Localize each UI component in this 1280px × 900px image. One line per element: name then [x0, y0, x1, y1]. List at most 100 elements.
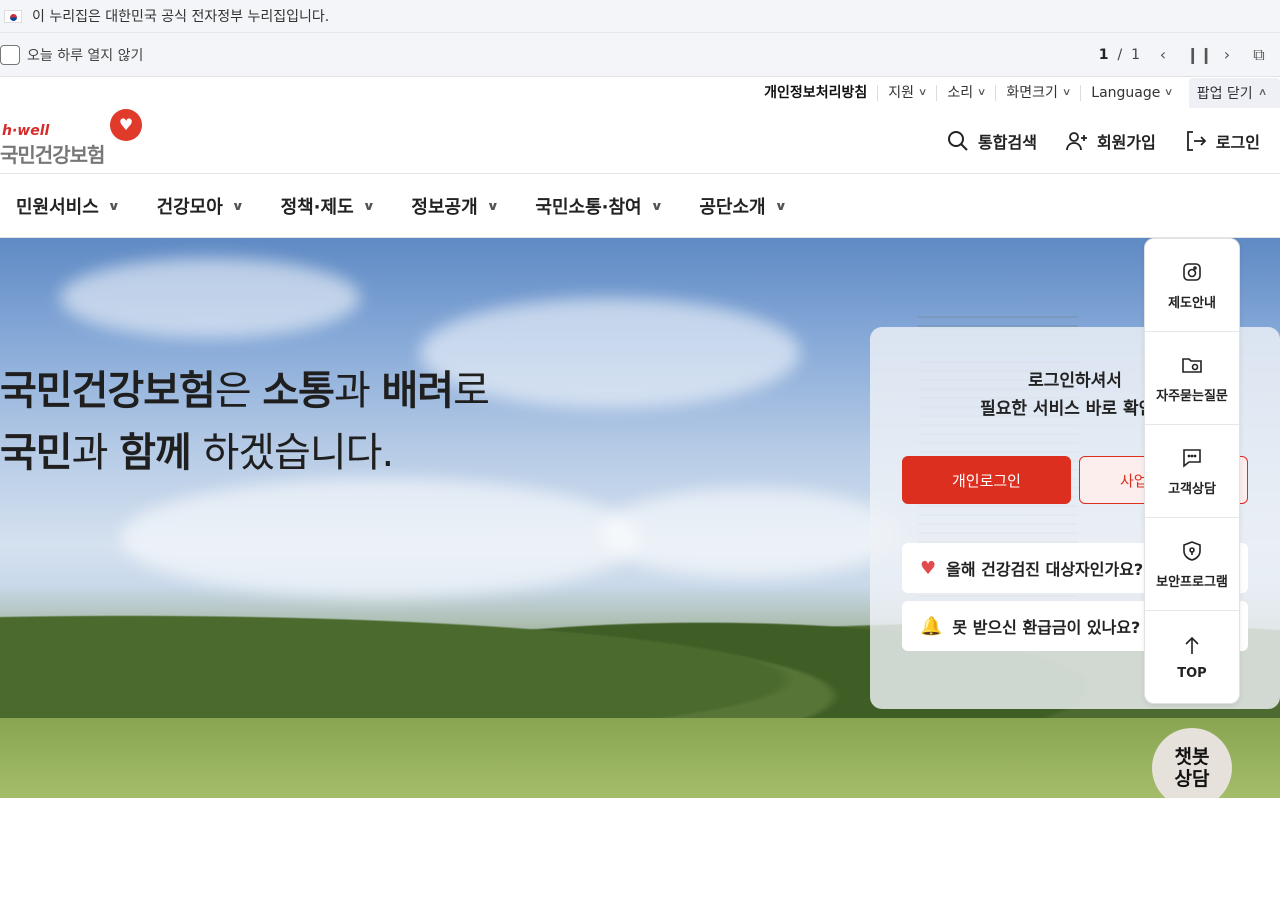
heart-icon: ♥ [920, 557, 937, 579]
hero-text-segment: 하겠습니다. [190, 430, 394, 476]
login-button[interactable]: 로그인 [1184, 129, 1260, 153]
nav-info-disclosure[interactable]: 정보공개 ∨ [411, 193, 499, 219]
hero-text-segment: 소통 [262, 368, 335, 414]
nav-label: 공단소개 [699, 196, 766, 218]
next-icon[interactable]: › [1218, 45, 1236, 64]
hero-text-segment: 과 [333, 368, 382, 414]
nav-communication[interactable]: 국민소통·참여 ∨ [535, 193, 663, 219]
screen-size-label: 화면크기 [1006, 84, 1058, 101]
nav-label: 정책·제도 [280, 196, 354, 218]
lawn-decoration [0, 718, 1280, 798]
search-label: 통합검색 [978, 132, 1037, 152]
quick-menu: 제도안내 자주묻는질문 고객상담 보안프로그램 TOP [1144, 238, 1240, 704]
chatbot-button[interactable]: 챗봇 상담 [1152, 728, 1232, 798]
hero-text-segment: 국민 [0, 430, 73, 476]
personal-login-button[interactable]: 개인로그인 [902, 456, 1071, 504]
sound-label: 소리 [947, 84, 974, 101]
popup-page-separator: / [1117, 46, 1123, 63]
quick-system-guide[interactable]: 제도안내 [1145, 239, 1239, 332]
hero-banner: 국민건강보험은 소통과 배려로 국민과 함께 하겠습니다. 로그인하셔서 필요한… [0, 238, 1280, 798]
bell-icon: 🔔 [920, 615, 943, 637]
search-button[interactable]: 통합검색 [946, 129, 1037, 153]
popup-close-label: 팝업 닫기 [1196, 85, 1253, 102]
quick-consult[interactable]: 고객상담 [1145, 425, 1239, 518]
quick-faq[interactable]: 자주묻는질문 [1145, 332, 1239, 425]
refund-label: 못 받으신 환급금이 있나요? [952, 618, 1141, 637]
privacy-policy-link[interactable]: 개인정보처리방침 [754, 85, 877, 101]
chatbot-label-line-2: 상담 [1174, 768, 1210, 790]
screen-size-menu[interactable]: 화면크기 ∨ [995, 84, 1080, 101]
hero-text-segment: 배려 [381, 368, 454, 414]
arrow-up-icon [1185, 636, 1199, 654]
chevron-down-icon: ∨ [650, 198, 663, 213]
privacy-policy-label: 개인정보처리방침 [764, 84, 868, 101]
chevron-down-icon: ∨ [1164, 86, 1174, 98]
utility-bar: 개인정보처리방침 지원 ∨ 소리 ∨ 화면크기 ∨ Language ∨ 팝업 닫기 ∧ [0, 76, 1280, 108]
support-menu[interactable]: 지원 ∨ [877, 84, 936, 101]
chevron-down-icon: ∨ [107, 198, 121, 213]
nav-health-moa[interactable]: 건강모아 ∨ [156, 193, 245, 219]
popup-control-bar: 오늘 하루 열지 않기 1 / 1 ‹ ❙❙ › ⧉ [0, 32, 1280, 76]
quick-security[interactable]: 보안프로그램 [1145, 518, 1239, 611]
hero-text-segment: 과 [71, 430, 120, 476]
scroll-top-button[interactable]: TOP [1145, 611, 1239, 704]
cloud-decoration [600, 488, 900, 578]
scroll-top-label: TOP [1177, 666, 1207, 681]
nhis-logo[interactable]: h·well ♥ 국민건강보험 [0, 108, 150, 171]
quick-faq-label: 자주묻는질문 [1156, 388, 1228, 404]
pause-icon[interactable]: ❙❙ [1186, 45, 1213, 64]
main-navigation: 민원서비스 ∨ 건강모아 ∨ 정책·제도 ∨ 정보공개 ∨ 국민소통·참여 ∨ 공단소개 ∨ [0, 174, 1280, 238]
nav-civil-service[interactable]: 민원서비스 ∨ [16, 193, 121, 219]
chevron-down-icon: ∨ [1061, 86, 1072, 98]
chevron-down-icon: ∨ [486, 198, 499, 213]
login-icon [1186, 130, 1207, 151]
hero-text-segment: 로 [453, 368, 490, 414]
search-icon [948, 130, 968, 151]
popup-pager: 1 / 1 [1099, 47, 1140, 63]
signup-label: 회원가입 [1096, 132, 1156, 152]
health-checkup-label: 올해 건강검진 대상자인가요? [946, 560, 1144, 579]
nav-policy[interactable]: 정책·제도 ∨ [280, 193, 375, 219]
quick-system-guide-label: 제도안내 [1168, 295, 1216, 311]
nav-label: 정보공개 [411, 196, 478, 218]
popup-page-total: 1 [1131, 46, 1140, 63]
quick-security-label: 보안프로그램 [1156, 574, 1228, 590]
chevron-down-icon: ∨ [774, 198, 787, 213]
shield-icon [1183, 540, 1201, 561]
gov-banner: 이 누리집은 대한민국 공식 전자정부 누리집입니다. [0, 0, 1280, 32]
heart-logo-icon: ♥ [110, 108, 142, 141]
view-all-icon[interactable]: ⧉ [1250, 45, 1268, 65]
gov-banner-text: 이 누리집은 대한민국 공식 전자정부 누리집입니다. [32, 9, 330, 25]
dont-show-today-checkbox[interactable] [0, 44, 20, 65]
guide-icon [1183, 262, 1201, 281]
hero-text-segment: 국민건강보험 [0, 368, 216, 414]
chevron-up-icon: ∧ [1257, 87, 1268, 98]
prev-icon[interactable]: ‹ [1154, 45, 1172, 64]
chevron-down-icon: ∨ [231, 198, 245, 213]
add-user-icon [1066, 131, 1087, 150]
nav-label: 건강모아 [156, 196, 223, 218]
chat-bubble-icon [1183, 448, 1201, 468]
quick-consult-label: 고객상담 [1168, 481, 1216, 497]
popup-close-button[interactable]: 팝업 닫기 ∧ [1188, 77, 1280, 108]
nav-about[interactable]: 공단소개 ∨ [699, 193, 787, 219]
popup-page-current: 1 [1098, 46, 1109, 63]
nav-label: 민원서비스 [16, 196, 99, 218]
signup-button[interactable]: 회원가입 [1065, 129, 1156, 153]
folder-search-icon [1182, 357, 1202, 373]
logo-name: 국민건강보험 [0, 142, 105, 167]
dont-show-today-label[interactable]: 오늘 하루 열지 않기 [27, 45, 143, 65]
login-label: 로그인 [1215, 132, 1260, 152]
sound-menu[interactable]: 소리 ∨ [936, 84, 995, 101]
hero-text-segment: 함께 [119, 430, 192, 476]
hero-line-1: 국민건강보험은 소통과 배려로 [0, 360, 490, 422]
nav-label: 국민소통·참여 [535, 196, 642, 218]
hero-text-segment: 은 [214, 368, 263, 414]
hero-line-2: 국민과 함께 하겠습니다. [0, 422, 489, 484]
language-label: Language [1091, 84, 1161, 101]
language-menu[interactable]: Language ∨ [1080, 84, 1182, 101]
chatbot-label-line-1: 챗봇 [1174, 746, 1210, 768]
hero-slogan: 국민건강보험은 소통과 배려로 국민과 함께 하겠습니다. [0, 360, 490, 484]
support-label: 지원 [888, 84, 914, 101]
chevron-down-icon: ∨ [362, 198, 375, 213]
